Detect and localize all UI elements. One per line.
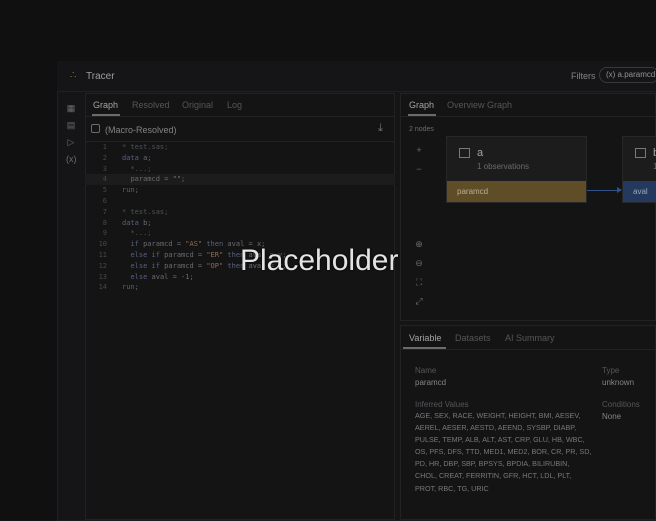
edge-a-to-b	[587, 190, 621, 191]
node-a-subtitle: 1 observations	[477, 162, 530, 171]
code-line[interactable]: 8 data b;	[85, 218, 395, 229]
line-number: 14	[98, 283, 107, 292]
line-number: 4	[102, 175, 107, 184]
line-number: 5	[102, 186, 107, 195]
dataset-node-b[interactable]: b 1 aval	[622, 136, 656, 203]
active-graph-tab-indicator	[408, 114, 436, 116]
code-mode-label: (Macro-Resolved)	[105, 125, 177, 135]
active-tab-indicator	[92, 114, 120, 116]
code-text: data a;	[122, 153, 152, 162]
code-text: run;	[122, 186, 139, 195]
name-label: Name	[415, 366, 437, 375]
tab-variable[interactable]: Variable	[409, 333, 441, 343]
tab-resolved[interactable]: Resolved	[132, 100, 170, 110]
conditions-label: Conditions	[602, 400, 640, 409]
line-number: 8	[102, 218, 107, 227]
line-number: 7	[102, 207, 107, 216]
fit-view-icon[interactable]: ⛶	[412, 275, 426, 289]
code-text: data b;	[122, 218, 152, 227]
type-label: Type	[602, 366, 620, 375]
zoom-out-button[interactable]: −	[412, 162, 426, 176]
name-value: paramcd	[415, 378, 447, 387]
code-line[interactable]: 2 data a;	[85, 153, 395, 164]
table-icon	[635, 148, 646, 158]
filter-chip[interactable]: (x) a.paramcd	[599, 67, 656, 83]
code-line[interactable]: 9 *...;	[85, 228, 395, 239]
filters-label: Filters	[571, 71, 596, 81]
inferred-values-label: Inferred Values	[415, 400, 469, 409]
tab-ai-summary[interactable]: AI Summary	[505, 333, 555, 343]
code-text: else aval = -1;	[130, 272, 194, 281]
tab-original[interactable]: Original	[182, 100, 213, 110]
line-number: 10	[98, 240, 107, 249]
line-number: 13	[98, 272, 107, 281]
code-line[interactable]: 4 paramcd = "";	[85, 174, 395, 186]
code-line[interactable]: 7 * test.sas;	[85, 207, 395, 218]
line-number: 1	[102, 143, 107, 151]
zoom-in-icon[interactable]: ⊕	[412, 237, 426, 251]
tab-graph[interactable]: Graph	[93, 100, 118, 110]
tab-graph-view[interactable]: Graph	[409, 100, 434, 110]
active-details-tab-indicator	[403, 347, 446, 349]
line-number: 3	[102, 164, 107, 173]
code-text: * test.sas;	[122, 143, 169, 151]
variable-icon[interactable]: (x)	[66, 154, 77, 164]
graph-tabs: Graph Overview Graph	[400, 93, 656, 117]
node-a-title: a	[477, 147, 484, 159]
zoom-in-button[interactable]: +	[412, 143, 426, 157]
tab-log[interactable]: Log	[227, 100, 242, 110]
code-text: run;	[122, 283, 139, 292]
download-icon[interactable]: ⤓	[378, 122, 383, 135]
code-text: paramcd = "";	[130, 175, 186, 184]
zoom-out-icon[interactable]: ⊖	[412, 256, 426, 270]
node-a-variable-row[interactable]: paramcd	[447, 181, 586, 202]
line-number: 9	[102, 229, 107, 238]
code-text: *...;	[122, 164, 152, 173]
code-line[interactable]: 6	[85, 196, 395, 207]
tracer-logo-icon: ∴	[70, 70, 77, 81]
app-title: Tracer	[86, 71, 115, 82]
type-value: unknown	[602, 378, 635, 387]
table-icon[interactable]: ▦	[66, 103, 76, 113]
line-number: 6	[102, 197, 107, 205]
tab-datasets[interactable]: Datasets	[455, 333, 491, 343]
conditions-value: None	[602, 412, 622, 421]
code-line[interactable]: 3 *...;	[85, 164, 395, 175]
tab-overview-graph[interactable]: Overview Graph	[447, 100, 512, 110]
details-tabs: Variable Datasets AI Summary	[400, 325, 656, 350]
code-line[interactable]: 1 * test.sas;	[85, 142, 395, 153]
inferred-values-list: AGE, SEX, RACE, WEIGHT, HEIGHT, BMI, AES…	[415, 411, 592, 493]
graph-pane	[400, 93, 656, 321]
left-rail: ▦ ▤ ▷ (x)	[58, 92, 84, 520]
dataset-node-a[interactable]: a 1 observations paramcd	[446, 136, 587, 203]
code-text: * test.sas;	[122, 207, 169, 216]
nodes-count: 2 nodes	[409, 126, 434, 133]
table-icon	[459, 148, 470, 158]
code-tabs: Graph Resolved Original Log	[85, 93, 395, 117]
code-text: *...;	[122, 229, 152, 238]
line-number: 11	[98, 251, 107, 259]
line-number: 2	[102, 153, 107, 162]
code-file-icon[interactable]: ▤	[66, 120, 76, 130]
code-icon	[91, 124, 100, 133]
placeholder-text: Placeholder	[240, 244, 399, 277]
node-b-variable-row[interactable]: aval	[623, 181, 656, 202]
line-number: 12	[98, 261, 107, 270]
top-bar	[57, 61, 656, 92]
code-line[interactable]: 5 run;	[85, 185, 395, 196]
expand-icon[interactable]: ⤢	[412, 294, 426, 308]
code-line[interactable]: 14 run;	[85, 282, 395, 293]
terminal-icon[interactable]: ▷	[66, 137, 76, 147]
